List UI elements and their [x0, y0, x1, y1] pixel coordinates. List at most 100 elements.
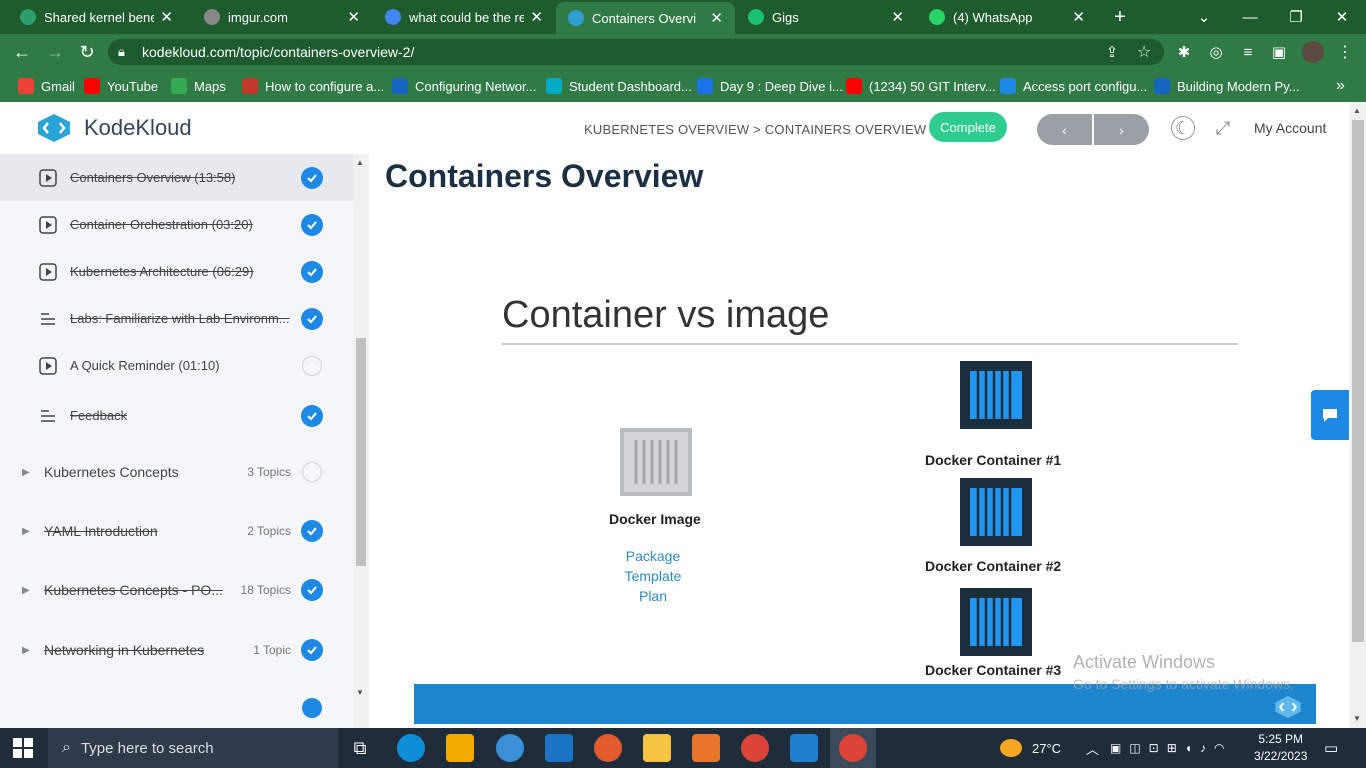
file-explorer-icon[interactable] [643, 734, 671, 762]
chat-button[interactable] [1311, 390, 1349, 440]
scroll-down-icon[interactable]: ▼ [356, 688, 364, 697]
more-bookmarks-icon[interactable]: » [1336, 70, 1345, 102]
window-close-icon[interactable]: ✕ [1320, 0, 1364, 34]
tab-close-icon[interactable]: ✕ [710, 9, 723, 27]
prev-lesson-button[interactable]: ‹ [1037, 114, 1092, 145]
url-text[interactable]: kodekloud.com/topic/containers-overview-… [142, 44, 414, 60]
weather-widget[interactable]: 27°C [1000, 728, 1061, 768]
vscode-icon[interactable] [790, 734, 818, 762]
extensions-icon[interactable]: ✱ [1169, 34, 1199, 70]
tab-3[interactable]: Containers Overvi ✕ [556, 2, 735, 34]
check-icon[interactable] [301, 213, 323, 236]
tab-close-icon[interactable]: ✕ [530, 8, 543, 26]
tab-close-icon[interactable]: ✕ [160, 8, 173, 26]
expand-icon[interactable]: ▶ [22, 467, 30, 478]
notifications-icon[interactable]: ▭ [1324, 728, 1338, 768]
tray-icons[interactable]: ▣◫⊡⊞◖♪◠ [1110, 728, 1233, 768]
store-icon[interactable] [446, 734, 474, 762]
bookmark-item[interactable]: (1234) 50 GIT Interv... [846, 70, 996, 102]
check-icon[interactable] [301, 166, 323, 189]
lesson-label: A Quick Reminder (01:10) [70, 358, 220, 373]
check-icon[interactable] [301, 579, 323, 601]
bookmark-item[interactable]: Maps [171, 70, 226, 102]
tab-search-icon[interactable]: ⌄ [1182, 0, 1226, 34]
tab-1[interactable]: imgur.com ✕ [192, 0, 372, 34]
chrome-active-icon[interactable] [830, 728, 876, 768]
extension-icon[interactable]: ◎ [1201, 34, 1231, 70]
tab-5[interactable]: (4) WhatsApp ✕ [917, 0, 1097, 34]
bookmark-item[interactable]: Configuring Networ... [392, 70, 536, 102]
incomplete-circle-icon[interactable] [302, 462, 322, 482]
task-view-icon[interactable]: ⧉ [346, 734, 374, 762]
menu-icon[interactable]: ⋮ [1330, 34, 1360, 70]
lesson-item[interactable]: A Quick Reminder (01:10) [0, 342, 353, 389]
sidebar-scrollbar-thumb[interactable] [356, 338, 366, 566]
breadcrumb[interactable]: KUBERNETES OVERVIEW > CONTAINERS OVERVIE… [584, 122, 926, 137]
tab-close-icon[interactable]: ✕ [891, 8, 904, 26]
bookmark-item[interactable]: Student Dashboard... [546, 70, 692, 102]
mail-icon[interactable] [545, 734, 573, 762]
my-account-link[interactable]: My Account [1254, 120, 1326, 136]
media-icon[interactable]: ≡ [1233, 34, 1263, 70]
page-scroll-down-icon[interactable]: ▼ [1353, 714, 1361, 723]
bookmark-item[interactable]: How to configure a... [242, 70, 384, 102]
lesson-item[interactable]: Containers Overview (13:58) [0, 154, 353, 201]
dark-mode-icon[interactable]: ☾ [1171, 116, 1195, 140]
tab-4[interactable]: Gigs ✕ [736, 0, 916, 34]
page-scroll-up-icon[interactable]: ▲ [1353, 106, 1361, 115]
kodekloud-logo[interactable]: KodeKloud [34, 114, 192, 142]
expand-icon[interactable]: ▶ [22, 645, 30, 656]
complete-button[interactable]: Complete [929, 112, 1007, 142]
tab-2[interactable]: what could be the rea ✕ [373, 0, 555, 34]
fullscreen-icon[interactable]: ⤢ [1211, 116, 1235, 140]
lock-icon[interactable]: 🔒︎ [118, 44, 125, 60]
tray-chevron-icon[interactable]: ︿ [1086, 728, 1099, 768]
clock[interactable]: 5:25 PM 3/22/2023 [1254, 730, 1307, 766]
restore-icon[interactable]: ❐ [1274, 0, 1318, 34]
taskbar-search[interactable]: ⌕ Type here to search [48, 728, 338, 768]
bookmark-item[interactable]: Access port configu... [1000, 70, 1147, 102]
edge-icon[interactable] [397, 734, 425, 762]
tab-title: imgur.com [228, 9, 288, 25]
windows-start-icon[interactable] [13, 738, 33, 758]
page-scrollbar-thumb[interactable] [1352, 120, 1364, 642]
bookmark-item[interactable]: Building Modern Py... [1154, 70, 1300, 102]
tab-0[interactable]: Shared kernel benefits ✕ [8, 0, 185, 34]
bookmark-item[interactable]: Gmail [18, 70, 75, 102]
lesson-item[interactable]: Kubernetes Architecture (06:29) [0, 248, 353, 295]
section-item[interactable]: ▶ YAML Introduction 2 Topics [0, 503, 353, 559]
forward-icon[interactable]: → [40, 34, 70, 70]
section-item[interactable]: ▶ Networking in Kubernetes 1 Topic [0, 622, 353, 678]
check-icon[interactable] [301, 404, 323, 427]
lesson-item[interactable]: Container Orchestration (03:20) [0, 201, 353, 248]
share-icon[interactable]: ⇪ [1097, 34, 1127, 70]
app-icon-2[interactable] [594, 734, 622, 762]
app-icon[interactable] [496, 734, 524, 762]
app-icon-3[interactable] [692, 734, 720, 762]
check-icon[interactable] [301, 520, 323, 542]
tab-close-icon[interactable]: ✕ [347, 8, 360, 26]
bookmark-item[interactable]: YouTube [84, 70, 158, 102]
bookmark-item[interactable]: Day 9 : Deep Dive i... [697, 70, 843, 102]
minimize-icon[interactable]: — [1228, 0, 1272, 34]
next-lesson-button[interactable]: › [1094, 114, 1149, 145]
lesson-item[interactable]: Feedback [0, 392, 353, 439]
scroll-up-icon[interactable]: ▲ [356, 158, 364, 167]
section-item[interactable]: ▶ Kubernetes Concepts 3 Topics [0, 444, 353, 500]
check-icon[interactable] [301, 639, 323, 661]
tab-close-icon[interactable]: ✕ [1072, 8, 1085, 26]
side-panel-icon[interactable]: ▣ [1264, 34, 1294, 70]
expand-icon[interactable]: ▶ [22, 585, 30, 596]
check-icon[interactable] [301, 307, 323, 330]
lesson-item[interactable]: Labs: Familiarize with Lab Environm... [0, 295, 353, 342]
bookmark-star-icon[interactable]: ☆ [1129, 34, 1159, 70]
check-icon[interactable] [301, 260, 323, 283]
profile-avatar[interactable] [1302, 41, 1324, 63]
section-item[interactable]: ▶ Kubernetes Concepts - PO... 18 Topics [0, 562, 353, 618]
chrome-icon[interactable] [741, 734, 769, 762]
back-icon[interactable]: ← [7, 34, 37, 70]
new-tab-button[interactable]: + [1105, 0, 1135, 34]
expand-icon[interactable]: ▶ [22, 526, 30, 537]
reload-icon[interactable]: ↻ [72, 34, 102, 70]
incomplete-circle-icon[interactable] [302, 355, 322, 376]
